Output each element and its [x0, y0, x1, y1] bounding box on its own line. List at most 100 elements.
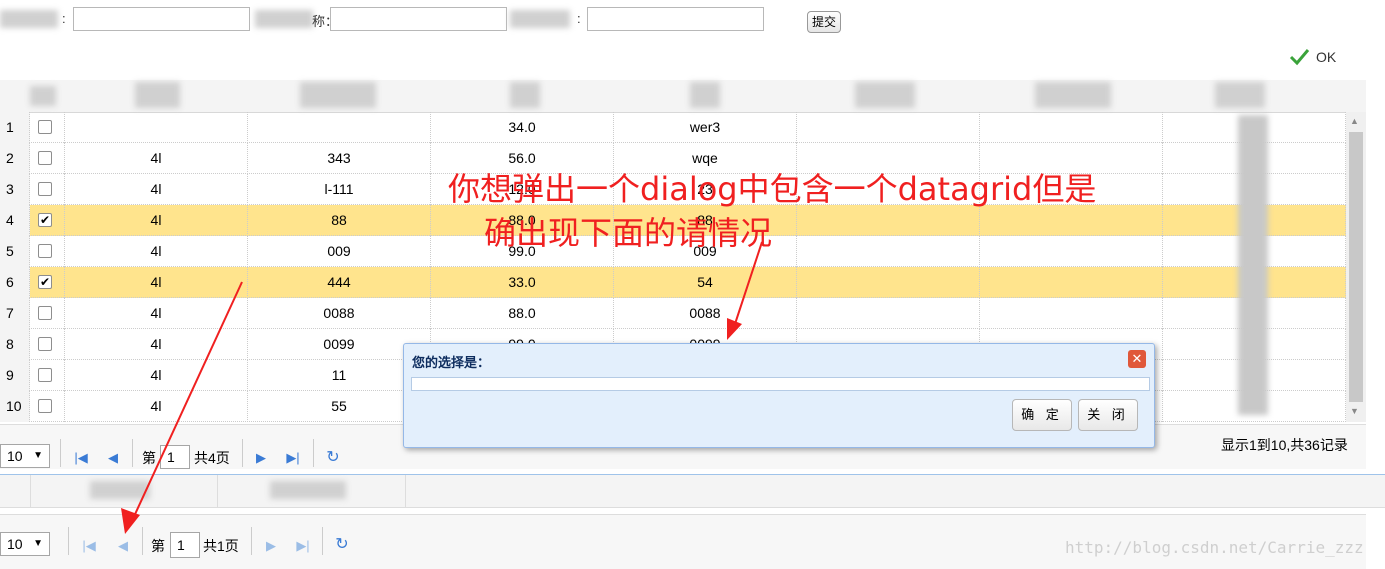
- row-number: 9: [0, 360, 30, 391]
- row-number: 10: [0, 391, 30, 422]
- close-button[interactable]: 关 闭: [1078, 399, 1138, 431]
- table-cell: 0088: [614, 298, 797, 329]
- ok-check-icon: [1289, 49, 1310, 66]
- row-checkbox-cell: [30, 236, 65, 267]
- next-page-icon[interactable]: ▶: [262, 537, 280, 555]
- blurred-label: [0, 10, 58, 28]
- row-checkbox[interactable]: ✔: [38, 213, 52, 227]
- table-cell-empty: [797, 236, 980, 267]
- page-total: 共1页: [203, 538, 239, 554]
- second-grid-header: [0, 474, 1385, 508]
- table-row[interactable]: 7 4l 0088 88.0 0088: [0, 298, 1346, 329]
- refresh-icon[interactable]: ↻: [333, 536, 351, 554]
- search-field-2[interactable]: [330, 7, 507, 31]
- table-cell-empty: [797, 298, 980, 329]
- row-number: 5: [0, 236, 30, 267]
- page-prefix: 第: [151, 538, 165, 554]
- row-checkbox-cell: ✔: [30, 205, 65, 236]
- next-page-icon[interactable]: ▶: [252, 449, 270, 467]
- prev-page-icon[interactable]: ◀: [104, 449, 122, 467]
- page-number-input-2[interactable]: 1: [170, 532, 200, 558]
- search-field-3[interactable]: [587, 7, 764, 31]
- row-checkbox-cell: [30, 360, 65, 391]
- selection-dialog: 您的选择是： ✕ 确 定 关 闭: [403, 343, 1155, 448]
- last-page-icon[interactable]: ▶|: [294, 537, 312, 555]
- table-cell: 4l: [65, 391, 248, 422]
- page-total: 共4页: [194, 450, 230, 466]
- table-cell: 88: [248, 205, 431, 236]
- blurred-label: [510, 10, 570, 28]
- confirm-button[interactable]: 确 定: [1012, 399, 1072, 431]
- table-row[interactable]: 1 34.0 wer3: [0, 112, 1346, 143]
- row-checkbox[interactable]: [38, 306, 52, 320]
- row-checkbox[interactable]: [38, 368, 52, 382]
- row-checkbox-cell: [30, 174, 65, 205]
- row-number: 8: [0, 329, 30, 360]
- table-cell: 4l: [65, 298, 248, 329]
- row-number: 2: [0, 143, 30, 174]
- table-cell: 343: [248, 143, 431, 174]
- row-number: 7: [0, 298, 30, 329]
- row-checkbox[interactable]: [38, 182, 52, 196]
- table-row[interactable]: 6 ✔ 4l 444 33.0 54: [0, 267, 1346, 298]
- row-checkbox[interactable]: [38, 151, 52, 165]
- dialog-content: [411, 377, 1150, 391]
- table-cell: [65, 112, 248, 143]
- blurred-column: [1238, 115, 1268, 415]
- row-checkbox-cell: [30, 112, 65, 143]
- row-checkbox[interactable]: [38, 337, 52, 351]
- row-checkbox-cell: ✔: [30, 267, 65, 298]
- table-cell-empty: [980, 112, 1163, 143]
- page-number-input[interactable]: 1: [160, 445, 190, 469]
- table-cell: 4l: [65, 174, 248, 205]
- row-checkbox[interactable]: ✔: [38, 275, 52, 289]
- watermark: http://blog.csdn.net/Carrie_zzz: [1065, 538, 1364, 557]
- table-cell: l-111: [248, 174, 431, 205]
- row-checkbox[interactable]: [38, 244, 52, 258]
- row-checkbox[interactable]: [38, 120, 52, 134]
- table-cell-empty: [980, 236, 1163, 267]
- table-cell: 009: [248, 236, 431, 267]
- submit-button[interactable]: 提交: [807, 11, 841, 33]
- row-checkbox-cell: [30, 329, 65, 360]
- row-number: 4: [0, 205, 30, 236]
- table-cell: 444: [248, 267, 431, 298]
- row-number: 1: [0, 112, 30, 143]
- row-checkbox[interactable]: [38, 399, 52, 413]
- page-size-select-2[interactable]: 10 ▼: [0, 532, 50, 556]
- table-cell: 4l: [65, 360, 248, 391]
- dialog-title: 您的选择是：: [412, 355, 491, 370]
- ok-label: OK: [1316, 49, 1337, 65]
- page-size-select[interactable]: 10 ▼: [0, 444, 50, 468]
- table-cell: 88.0: [431, 298, 614, 329]
- table-cell: 4l: [65, 236, 248, 267]
- row-checkbox-cell: [30, 143, 65, 174]
- scrollbar[interactable]: ▲ ▼: [1346, 112, 1366, 422]
- table-cell: [248, 112, 431, 143]
- table-cell: 4l: [65, 205, 248, 236]
- table-cell: 4l: [65, 267, 248, 298]
- prev-page-icon[interactable]: ◀: [114, 537, 132, 555]
- last-page-icon[interactable]: ▶|: [284, 449, 302, 467]
- table-cell: 54: [614, 267, 797, 298]
- close-icon[interactable]: ✕: [1128, 350, 1146, 368]
- first-page-icon[interactable]: |◀: [72, 449, 90, 467]
- search-field-1[interactable]: [73, 7, 250, 31]
- grid-header: [0, 80, 1366, 113]
- refresh-icon[interactable]: ↻: [324, 449, 342, 467]
- table-cell-empty: [980, 298, 1163, 329]
- first-page-icon[interactable]: |◀: [80, 537, 98, 555]
- table-cell: wer3: [614, 112, 797, 143]
- table-cell: 0088: [248, 298, 431, 329]
- field-label-3: :: [577, 11, 581, 26]
- table-cell: 34.0: [431, 112, 614, 143]
- row-number: 6: [0, 267, 30, 298]
- scrollbar-thumb[interactable]: [1349, 132, 1363, 402]
- annotation-line-2: 确出现下面的请情况: [484, 214, 773, 252]
- table-cell: 4l: [65, 143, 248, 174]
- table-cell: 33.0: [431, 267, 614, 298]
- table-cell-empty: [797, 267, 980, 298]
- row-checkbox-cell: [30, 391, 65, 422]
- field-label-1: :: [62, 11, 66, 26]
- blurred-label: [255, 10, 313, 28]
